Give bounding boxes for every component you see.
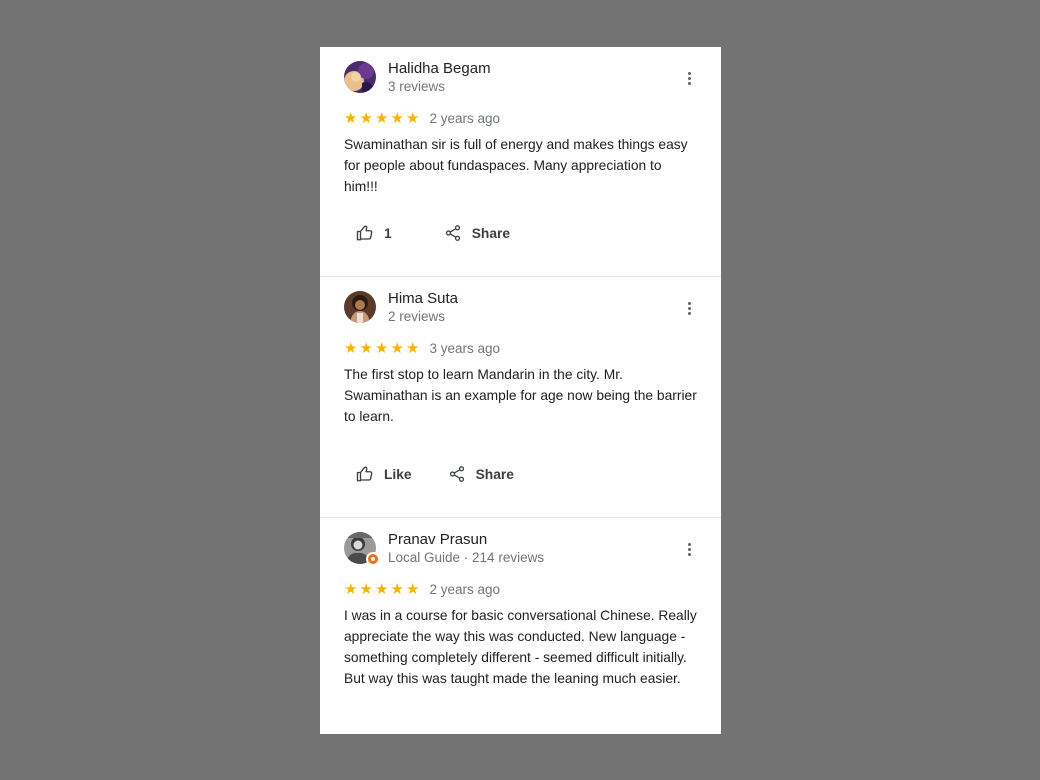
- reviewer-info: Halidha Begam 3 reviews: [388, 60, 491, 96]
- star-icon: ★: [359, 339, 373, 357]
- share-icon: [449, 466, 464, 482]
- avatar[interactable]: [344, 61, 376, 93]
- review-age: 2 years ago: [429, 581, 501, 597]
- review-age: 3 years ago: [429, 340, 501, 356]
- star-icon: ★: [375, 339, 389, 357]
- reviewer-name[interactable]: Pranav Prasun: [388, 531, 544, 549]
- review-header: Halidha Begam 3 reviews: [344, 60, 697, 94]
- share-label: Share: [471, 225, 511, 241]
- review-text: Swaminathan sir is full of energy and ma…: [344, 137, 688, 194]
- star-rating: ★ ★ ★ ★ ★: [344, 111, 421, 126]
- avatar-image: [344, 291, 376, 323]
- local-guide-badge-icon: [366, 552, 380, 566]
- thumbs-up-icon: [356, 466, 373, 482]
- star-icon: ★: [359, 580, 373, 598]
- like-button[interactable]: Like: [356, 465, 412, 483]
- reviewer-review-count: 2 reviews: [388, 309, 446, 324]
- reviewer-name[interactable]: Hima Suta: [388, 290, 458, 308]
- review-text: I was in a course for basic conversation…: [344, 608, 697, 686]
- like-label: Like: [384, 466, 412, 482]
- star-icon: ★: [375, 580, 389, 598]
- reviewer-review-count: Local Guide · 214 reviews: [388, 550, 545, 565]
- star-rating: ★ ★ ★ ★ ★: [344, 341, 421, 356]
- more-options-icon[interactable]: [681, 69, 697, 87]
- share-label: Share: [475, 466, 514, 482]
- review-item: Hima Suta 2 reviews ★ ★ ★ ★ ★ 3 years ag…: [320, 277, 721, 518]
- reviewer-name[interactable]: Halidha Begam: [388, 60, 491, 78]
- like-count: 1: [384, 225, 392, 241]
- star-icon: ★: [359, 109, 373, 127]
- more-options-icon[interactable]: [681, 540, 697, 558]
- avatar-image: [344, 61, 376, 93]
- star-icon: ★: [406, 580, 420, 598]
- review-header: Pranav Prasun Local Guide · 214 reviews: [344, 531, 697, 567]
- review-header: Hima Suta 2 reviews: [344, 290, 697, 324]
- star-icon: ★: [375, 109, 389, 127]
- star-icon: ★: [344, 339, 358, 357]
- star-icon: ★: [344, 109, 358, 127]
- star-rating: ★ ★ ★ ★ ★: [344, 582, 421, 597]
- rating-row: ★ ★ ★ ★ ★ 2 years ago: [344, 109, 697, 127]
- reviewer-info: Pranav Prasun Local Guide · 214 reviews: [388, 531, 544, 567]
- reviews-panel: Halidha Begam 3 reviews ★ ★ ★ ★ ★ 2 year…: [320, 47, 721, 734]
- share-button[interactable]: Share: [448, 465, 514, 483]
- reviewer-review-count: 3 reviews: [388, 79, 446, 94]
- avatar[interactable]: [344, 291, 376, 323]
- review-actions: 1 Share: [356, 224, 510, 242]
- review-item: Pranav Prasun Local Guide · 214 reviews …: [320, 518, 721, 734]
- rating-row: ★ ★ ★ ★ ★ 2 years ago: [344, 580, 697, 598]
- star-icon: ★: [406, 109, 420, 127]
- review-text: The first stop to learn Mandarin in the …: [344, 367, 697, 424]
- star-icon: ★: [390, 109, 404, 127]
- more-options-icon[interactable]: [681, 299, 697, 317]
- review-actions: Like Share: [356, 465, 514, 483]
- star-icon: ★: [390, 339, 404, 357]
- rating-row: ★ ★ ★ ★ ★ 3 years ago: [344, 339, 697, 357]
- star-icon: ★: [406, 339, 420, 357]
- reviewer-info: Hima Suta 2 reviews: [388, 290, 458, 326]
- star-icon: ★: [390, 580, 404, 598]
- like-button[interactable]: 1: [356, 224, 392, 242]
- star-icon: ★: [344, 580, 358, 598]
- review-age: 2 years ago: [429, 110, 501, 126]
- share-button[interactable]: Share: [444, 224, 510, 242]
- review-item: Halidha Begam 3 reviews ★ ★ ★ ★ ★ 2 year…: [320, 47, 721, 277]
- avatar[interactable]: [344, 532, 380, 566]
- thumbs-up-icon: [356, 225, 373, 241]
- share-icon: [445, 225, 460, 241]
